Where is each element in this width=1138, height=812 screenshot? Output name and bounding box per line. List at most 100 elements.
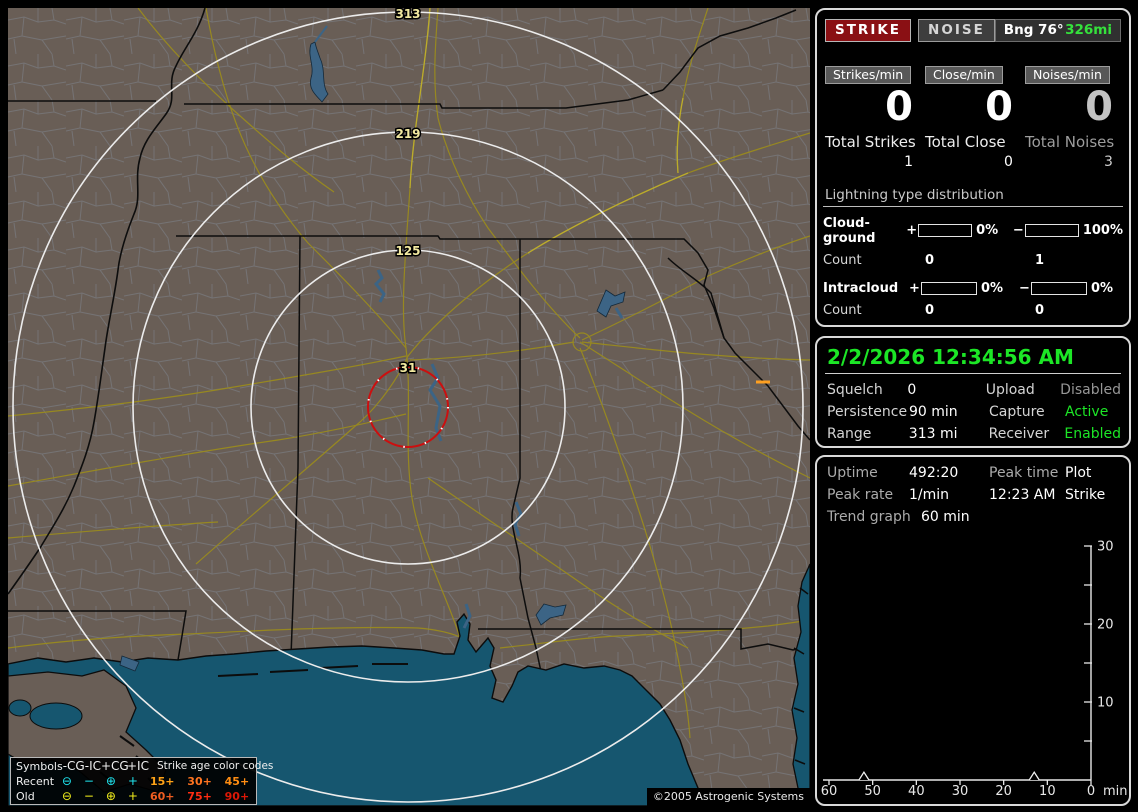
age-code-90: 90+ [224, 790, 250, 803]
intracloud-row: Intracloud + 0% − 0% [823, 281, 1123, 296]
legend-old-label: Old [16, 790, 35, 803]
persistence-capture-row: Persistence 90 min Capture Active [827, 404, 1121, 420]
legend-age-title: Strike age color codes [156, 760, 274, 772]
ring-label-31: 31 [400, 361, 417, 375]
strikes-per-min-counter: Strikes/min 0 Total Strikes 1 [825, 66, 925, 170]
nexstorm-app-window: 313 219 125 31 Symbols -CG -IC +CG +IC S… [0, 0, 1138, 812]
trend-graph-value: 60 min [921, 509, 970, 525]
status-rows: Squelch 0 Upload Disabled Persistence 90… [817, 374, 1129, 442]
cg-negative-bar [1024, 224, 1079, 238]
plus-sign: + [906, 223, 918, 239]
close-per-min-value: 0 [985, 84, 1013, 130]
svg-text:50: 50 [864, 784, 881, 799]
upload-label: Upload [985, 382, 1035, 398]
ring-label-125: 125 [395, 244, 420, 258]
squelch-upload-row: Squelch 0 Upload Disabled [827, 382, 1121, 398]
lightning-type-distribution: Lightning type distribution Cloud-ground… [817, 170, 1129, 318]
rate-counters: Strikes/min 0 Total Strikes 1 Close/min … [817, 42, 1129, 170]
total-noises-label: Total Noises [1024, 132, 1115, 151]
persistence-value: 90 min [909, 404, 958, 420]
strikes-per-min-value: 0 [885, 84, 913, 130]
peak-time-value: 12:23 AM [989, 487, 1056, 503]
neg-cg-old-icon: ⊖ [61, 789, 72, 803]
plot-mode-value: Strike [1065, 487, 1106, 503]
cg-negative-count: 1 [1035, 252, 1045, 268]
legend-recent-row: Recent ⊖ − ⊕ + 15+ 30+ 45+ [16, 774, 256, 789]
lightning-map[interactable]: 313 219 125 31 Symbols -CG -IC +CG +IC S… [8, 8, 810, 806]
cg-negative-pct: 100% [1082, 223, 1123, 239]
map-copyright: ©2005 Astrogenic Systems [646, 788, 810, 806]
neg-cg-recent-icon: ⊖ [61, 774, 72, 788]
cg-positive-bar [917, 224, 973, 238]
uptime-rows: Uptime 492:20 Peak time Plot Peak rate 1… [817, 457, 1129, 525]
pos-cg-old-icon: ⊕ [105, 789, 116, 803]
squelch-value: 0 [907, 382, 917, 398]
total-strikes-label: Total Strikes [825, 132, 916, 151]
ring-label-219: 219 [395, 127, 420, 141]
cloud-ground-row: Cloud-ground + 0% − 100% [823, 216, 1123, 246]
peak-rate-label: Peak rate [827, 487, 894, 503]
strikes-per-min-chip[interactable]: Strikes/min [825, 66, 912, 84]
peak-rate-row: Peak rate 1/min 12:23 AM Strike [827, 487, 1121, 503]
system-datetime: 2/2/2026 12:34:56 AM [827, 345, 1074, 369]
age-code-45: 45+ [224, 775, 250, 788]
noises-per-min-chip[interactable]: Noises/min [1024, 66, 1110, 84]
upload-status: Disabled [1060, 382, 1121, 398]
pos-ic-recent-icon: + [127, 774, 138, 788]
cloud-ground-count-row: Count 0 1 [823, 253, 1123, 268]
legend-old-row: Old ⊖ − ⊕ + 60+ 75+ 90+ [16, 789, 256, 804]
neg-ic-recent-icon: − [83, 774, 94, 788]
total-close-label: Total Close [924, 132, 1006, 151]
svg-text:min: min [1103, 784, 1128, 799]
trend-graph-label: Trend graph [827, 509, 911, 525]
neg-ic-old-icon: − [83, 789, 94, 803]
ic-negative-pct: 0% [1091, 280, 1114, 296]
uptime-label: Uptime [827, 465, 878, 481]
noise-alarm-button[interactable]: NOISE [918, 19, 995, 42]
bearing-distance-chip: Bng 76° 326mi [994, 19, 1121, 42]
count-label: Count [823, 252, 862, 268]
ic-negative-count: 0 [1035, 302, 1045, 318]
map-canvas: 313 219 125 31 [8, 8, 810, 806]
intracloud-count-row: Count 0 0 [823, 303, 1123, 318]
legend-col-pos-cg: +CG [100, 759, 129, 773]
close-per-min-chip[interactable]: Close/min [924, 66, 1003, 84]
legend-col-pos-ic: +IC [126, 759, 149, 773]
capture-label: Capture [989, 404, 1045, 420]
legend-col-neg-ic: -IC [84, 759, 101, 773]
peak-rate-value: 1/min [909, 487, 950, 503]
svg-text:60: 60 [821, 784, 838, 799]
minus-sign: − [1012, 223, 1024, 239]
age-code-30: 30+ [187, 775, 212, 788]
cloud-ground-label: Cloud-ground [823, 215, 876, 246]
noises-per-min-value: 0 [1085, 84, 1113, 130]
strike-legend: Symbols -CG -IC +CG +IC Strike age color… [10, 757, 273, 805]
legend-col-neg-cg: -CG [62, 759, 85, 773]
range-receiver-row: Range 313 mi Receiver Enabled [827, 426, 1121, 442]
minus-sign: − [1019, 280, 1030, 296]
trend-graph-row: Trend graph 60 min [827, 509, 1121, 525]
pos-ic-old-icon: + [127, 789, 138, 803]
noises-per-min-counter: Noises/min 0 Total Noises 3 [1024, 66, 1125, 170]
svg-text:0: 0 [1087, 784, 1095, 799]
svg-text:40: 40 [908, 784, 925, 799]
strike-trend-chart: 30 20 10 60 50 40 30 20 10 0 min [821, 540, 1128, 800]
ic-positive-count: 0 [925, 302, 935, 318]
total-noises-value: 3 [1104, 153, 1113, 170]
receiver-status-panel: 2/2/2026 12:34:56 AM Squelch 0 Upload Di… [815, 336, 1131, 448]
total-strikes-value: 1 [904, 153, 913, 170]
strike-alarm-button[interactable]: STRIKE [825, 19, 912, 42]
svg-text:10: 10 [1039, 784, 1056, 799]
persistence-label: Persistence [827, 404, 908, 420]
legend-header-row: Symbols -CG -IC +CG +IC Strike age color… [16, 759, 273, 774]
age-code-60: 60+ [149, 790, 175, 803]
svg-text:10: 10 [1097, 696, 1114, 711]
cg-positive-pct: 0% [976, 223, 999, 239]
age-code-15: 15+ [149, 775, 175, 788]
peak-time-label: Peak time [989, 465, 1059, 481]
plus-sign: + [909, 280, 920, 296]
uptime-value: 492:20 [909, 465, 959, 481]
distance-value: 326mi [1065, 22, 1112, 38]
count-label: Count [823, 302, 862, 318]
age-code-75: 75+ [187, 790, 212, 803]
